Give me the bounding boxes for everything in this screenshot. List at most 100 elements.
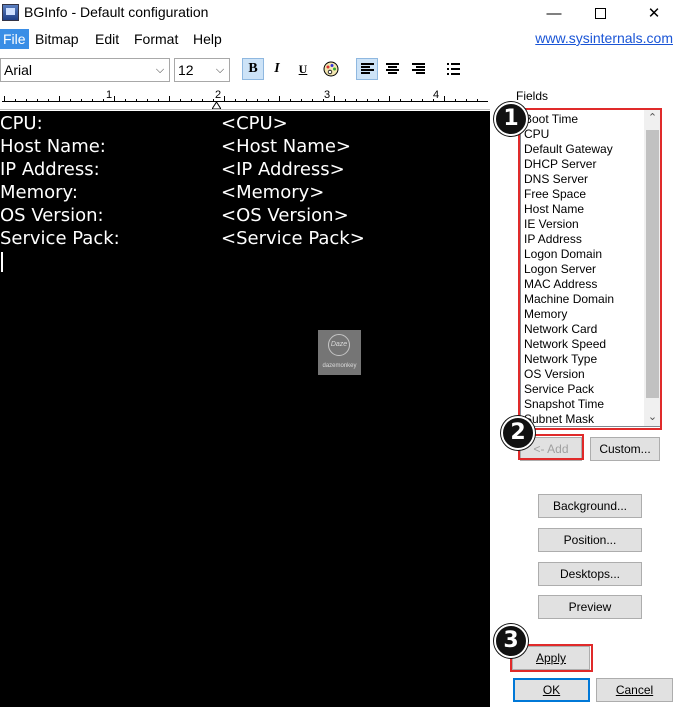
custom-button[interactable]: Custom... [590,437,660,461]
ruler-tick [169,96,170,102]
menu-bar: File Bitmap Edit Format Help www.sysinte… [0,28,678,50]
highlight-fields-list [518,108,662,430]
align-center-icon [385,63,399,75]
info-value: <Service Pack> [221,228,365,249]
bold-button[interactable]: B [242,58,264,80]
ruler-tick [334,96,335,102]
ruler-tick [213,99,214,102]
align-left-button[interactable] [356,58,378,80]
ruler-tick [136,99,137,102]
font-color-button[interactable] [320,58,342,80]
cancel-button[interactable]: Cancel [596,678,673,702]
ruler-tick [103,99,104,102]
ruler-tick [389,96,390,102]
ruler-number: 1 [106,90,113,101]
ruler-tick [301,99,302,102]
ruler-tick [444,96,445,102]
info-value: <Host Name> [221,136,351,157]
chevron-down-icon: ⌵ [215,64,225,76]
desktops-button[interactable]: Desktops... [538,562,642,586]
ruler-tick [477,99,478,102]
info-value: <CPU> [221,113,288,134]
ruler-tick [257,99,258,102]
preview-button[interactable]: Preview [538,595,642,619]
ruler-tick [367,99,368,102]
ruler-tick [59,96,60,102]
chevron-down-icon: ⌵ [155,64,165,76]
ruler-tick [114,96,115,102]
ruler-tick [378,99,379,102]
align-right-icon [411,63,425,75]
maximize-button[interactable] [577,0,623,26]
ruler-tick [356,99,357,102]
step-badge-1: 1 [494,102,528,136]
info-value: <IP Address> [221,159,345,180]
ruler-tick [81,99,82,102]
ruler-tick [290,99,291,102]
info-label: OS Version: [0,205,104,226]
italic-button[interactable]: I [266,58,288,80]
sysinternals-link[interactable]: www.sysinternals.com [535,30,673,46]
ruler-tick [224,96,225,102]
ruler-tick [466,99,467,102]
info-value: <OS Version> [221,205,349,226]
ruler-tick [70,99,71,102]
ruler-tick [191,99,192,102]
ruler-tick [48,99,49,102]
ok-label: OK [542,683,561,697]
ruler-tick [202,99,203,102]
ruler-tick [433,99,434,102]
ruler-tick [246,99,247,102]
ok-button[interactable]: OK [513,678,590,702]
underline-button[interactable]: U [292,58,314,80]
font-size-value: 12 [178,62,194,78]
watermark-text: dazemonkey [322,363,357,369]
ruler-tick [422,99,423,102]
menu-format[interactable]: Format [131,29,181,49]
align-right-button[interactable] [407,58,429,80]
minimize-button[interactable]: — [531,0,577,26]
bullet-list-icon [446,63,460,75]
text-editor[interactable]: CPU: <CPU> Host Name: <Host Name> IP Add… [0,111,490,707]
menu-help[interactable]: Help [190,29,225,49]
step-badge-3: 3 [494,624,528,658]
ruler-tick [26,99,27,102]
maximize-icon [594,7,606,19]
menu-file[interactable]: File [0,29,29,49]
info-label: Service Pack: [0,228,120,249]
ruler-tick [147,99,148,102]
align-left-icon [360,63,374,75]
fields-label: Fields [516,89,549,103]
background-button[interactable]: Background... [538,494,642,518]
font-size-select[interactable]: 12 ⌵ [174,58,230,82]
ruler-tick [279,96,280,102]
ruler-tick [411,99,412,102]
info-label: Host Name: [0,136,106,157]
ruler-tick [312,99,313,102]
info-label: CPU: [0,113,43,134]
font-family-value: Arial [4,62,33,78]
ruler-tick [345,99,346,102]
info-label: Memory: [0,182,78,203]
bullets-button[interactable] [442,58,464,80]
ruler-tick [400,99,401,102]
position-button[interactable]: Position... [538,528,642,552]
menu-edit[interactable]: Edit [92,29,122,49]
step-badge-2: 2 [501,416,535,450]
info-label: IP Address: [0,159,100,180]
info-value: <Memory> [221,182,325,203]
ruler-tick [37,99,38,102]
ruler-number: 3 [324,90,331,101]
ruler-tick [180,99,181,102]
ruler-tick [4,96,5,102]
ruler-tick [235,99,236,102]
align-center-button[interactable] [381,58,403,80]
indent-marker-icon [212,102,221,109]
menu-bitmap[interactable]: Bitmap [32,29,82,49]
font-family-select[interactable]: Arial ⌵ [0,58,170,82]
close-button[interactable]: ✕ [631,0,677,26]
text-caret [1,252,3,272]
palette-icon [323,61,339,77]
window-title: BGInfo - Default configuration [24,4,209,20]
ruler-tick [92,99,93,102]
